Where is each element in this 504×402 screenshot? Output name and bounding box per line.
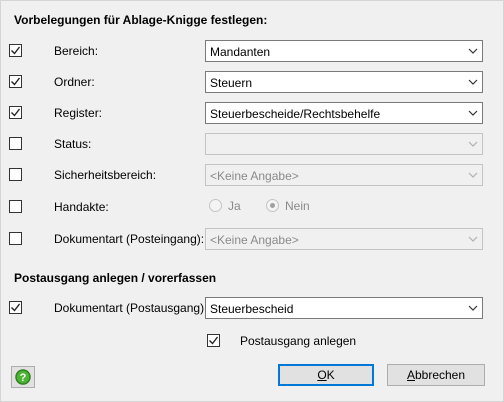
ordner-select[interactable]: Steuern: [205, 71, 483, 93]
sicherheitsbereich-label: Sicherheitsbereich:: [54, 168, 157, 182]
register-select[interactable]: Steuerbescheide/Rechtsbehelfe: [205, 102, 483, 124]
dokumentart-posteingang-checkbox[interactable]: [9, 232, 22, 245]
handakte-checkbox[interactable]: [9, 200, 22, 213]
check-icon: [209, 336, 219, 345]
status-select[interactable]: [205, 133, 483, 155]
dokumentart-posteingang-label: Dokumentart (Posteingang):: [54, 232, 205, 246]
status-label: Status:: [54, 137, 92, 151]
ok-label-rest: K: [326, 368, 335, 382]
chevron-down-icon: [465, 135, 481, 153]
row-dokumentart-posteingang: Dokumentart (Posteingang): <Keine Angabe…: [0, 228, 504, 252]
chevron-down-icon[interactable]: [465, 299, 481, 317]
row-bereich: Bereich: Mandanten: [0, 40, 504, 64]
bereich-select[interactable]: Mandanten: [205, 40, 483, 62]
register-checkbox[interactable]: [9, 106, 22, 119]
dokumentart-postausgang-checkbox[interactable]: [9, 301, 22, 314]
handakte-label: Handakte:: [54, 200, 109, 214]
dokumentart-posteingang-select[interactable]: <Keine Angabe>: [205, 228, 483, 250]
sicherheitsbereich-select[interactable]: <Keine Angabe>: [205, 164, 483, 186]
cancel-label-rest: bbrechen: [414, 368, 466, 382]
status-checkbox[interactable]: [9, 137, 22, 150]
row-handakte: Handakte: Ja Nein: [0, 196, 504, 220]
dokumentart-posteingang-value: <Keine Angabe>: [210, 233, 299, 247]
svg-text:?: ?: [20, 372, 27, 384]
row-status: Status:: [0, 133, 504, 157]
radio-nein[interactable]: [266, 199, 279, 212]
chevron-down-icon: [465, 166, 481, 184]
check-icon: [11, 108, 21, 117]
help-button[interactable]: ?: [11, 366, 35, 388]
register-label: Register:: [54, 106, 103, 120]
radio-ja[interactable]: [209, 199, 222, 212]
row-register: Register: Steuerbescheide/Rechtsbehelfe: [0, 102, 504, 126]
cancel-mnemonic: A: [406, 368, 415, 382]
row-ordner: Ordner: Steuern: [0, 71, 504, 95]
row-postausgang-anlegen: Postausgang anlegen: [0, 330, 504, 354]
ordner-value: Steuern: [210, 76, 253, 90]
row-sicherheitsbereich: Sicherheitsbereich: <Keine Angabe>: [0, 164, 504, 188]
radio-ja-label: Ja: [228, 199, 241, 213]
check-icon: [11, 303, 21, 312]
sicherheitsbereich-checkbox[interactable]: [9, 168, 22, 181]
register-value: Steuerbescheide/Rechtsbehelfe: [210, 107, 381, 121]
cancel-button[interactable]: Abbrechen: [387, 364, 485, 386]
radio-nein-label: Nein: [285, 199, 310, 213]
chevron-down-icon: [465, 230, 481, 248]
section-title-postausgang: Postausgang anlegen / vorerfassen: [14, 271, 217, 285]
dokumentart-postausgang-select[interactable]: Steuerbescheid: [205, 297, 483, 319]
row-dokumentart-postausgang: Dokumentart (Postausgang): Steuerbeschei…: [0, 297, 504, 321]
dokumentart-postausgang-value: Steuerbescheid: [210, 302, 294, 316]
postausgang-anlegen-checkbox[interactable]: [207, 334, 220, 347]
bereich-value: Mandanten: [210, 45, 271, 59]
chevron-down-icon[interactable]: [465, 104, 481, 122]
ordner-label: Ordner:: [54, 75, 95, 89]
ok-button[interactable]: OK: [278, 364, 374, 386]
help-icon: ?: [15, 369, 31, 385]
ok-mnemonic: O: [317, 368, 327, 382]
postausgang-anlegen-label: Postausgang anlegen: [240, 334, 357, 348]
chevron-down-icon[interactable]: [465, 42, 481, 60]
bereich-checkbox[interactable]: [9, 44, 22, 57]
chevron-down-icon[interactable]: [465, 73, 481, 91]
bereich-label: Bereich:: [54, 44, 99, 58]
ordner-checkbox[interactable]: [9, 75, 22, 88]
sicherheitsbereich-value: <Keine Angabe>: [210, 169, 299, 183]
check-icon: [11, 46, 21, 55]
dokumentart-postausgang-label: Dokumentart (Postausgang):: [54, 301, 208, 315]
section-title-vorbelegungen: Vorbelegungen für Ablage-Knigge festlege…: [14, 13, 268, 27]
check-icon: [11, 77, 21, 86]
